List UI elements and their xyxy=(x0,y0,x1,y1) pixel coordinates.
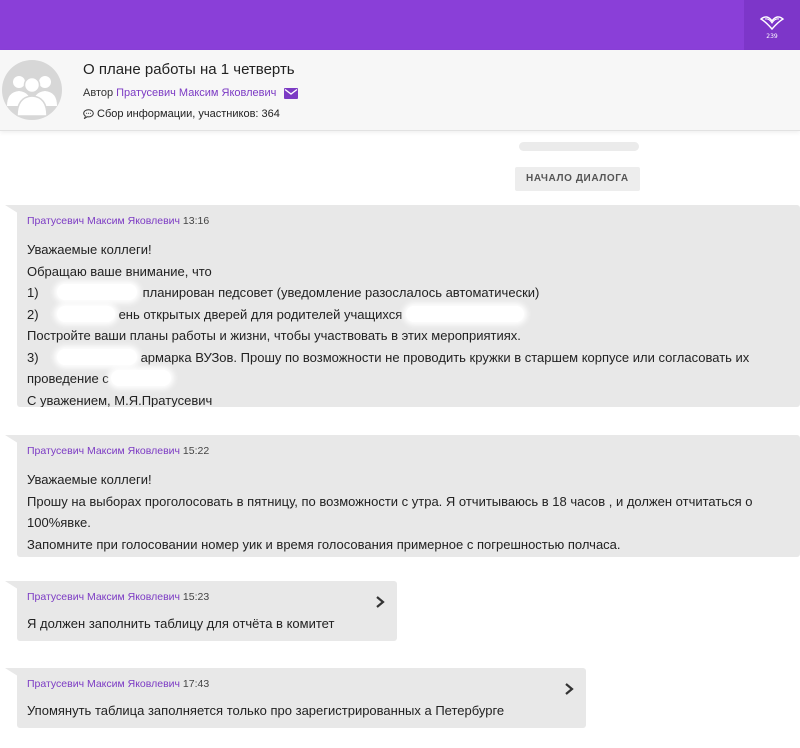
author-prefix: Автор xyxy=(83,87,114,99)
message-author[interactable]: Пратусевич Максим Яковлевич xyxy=(27,215,180,227)
group-users-icon xyxy=(7,76,57,117)
message-time: 15:23 xyxy=(182,591,210,603)
message-meta: Пратусевич Максим Яковлевич 15:23 xyxy=(27,591,397,603)
message-fragment: ень открытых дверей для родителей учащих… xyxy=(118,306,403,322)
message-bubble: Пратусевич Максим Яковлевич 13:16 Уважае… xyxy=(17,205,800,407)
message-meta: Пратусевич Максим Яковлевич 17:43 xyxy=(27,678,586,690)
mail-icon[interactable] xyxy=(284,87,299,99)
message-line: 3) армарка ВУЗов. Прошу по возможности не… xyxy=(27,347,800,369)
message-author[interactable]: Пратусевич Максим Яковлевич xyxy=(27,445,180,457)
message-bubble: Пратусевич Максим Яковлевич 17:43 Упомян… xyxy=(17,668,586,728)
message-fragment: армарка ВУЗов. Прошу по возможности не п… xyxy=(140,349,750,365)
speech-bubble-icon xyxy=(83,109,94,119)
message-line: Уважаемые коллеги! xyxy=(27,242,152,257)
message-time: 17:43 xyxy=(182,678,210,690)
author-line: Автор Пратусевич Максим Яковлевич xyxy=(83,87,299,99)
message-text: Уважаемые коллеги! Прошу на выборах прог… xyxy=(27,469,800,555)
list-number: 3) xyxy=(27,349,39,365)
top-bar: 239 xyxy=(0,0,800,50)
chevron-right-icon[interactable] xyxy=(562,682,576,696)
message-author[interactable]: Пратусевич Максим Яковлевич xyxy=(27,678,180,690)
message-bubble: Пратусевич Максим Яковлевич 15:23 Я долж… xyxy=(17,581,397,641)
redacted-area xyxy=(406,305,525,322)
message-line: С уважением, М.Я.Пратусевич xyxy=(27,392,213,408)
message-line: Прошу на выборах проголосовать в пятницу… xyxy=(27,493,753,509)
message-meta: Пратусевич Максим Яковлевич 15:22 xyxy=(27,445,800,457)
chat-info-text: Сбор информации, участников: 364 xyxy=(97,108,280,120)
message-line: 1) планирован педсовет (уведомление разос… xyxy=(27,282,800,304)
list-number: 1) xyxy=(27,285,39,300)
message-bubble: Пратусевич Максим Яковлевич 15:22 Уважае… xyxy=(17,435,800,557)
message-text: Уважаемые коллеги! Обращаю ваше внимание… xyxy=(27,239,800,407)
redacted-area xyxy=(56,305,115,322)
message-author[interactable]: Пратусевич Максим Яковлевич xyxy=(27,591,180,603)
message-text: Упомянуть таблица заполняется только про… xyxy=(27,703,505,718)
message-line: 100%явке. xyxy=(27,515,91,530)
redacted-area xyxy=(56,284,137,300)
chat-info: Сбор информации, участников: 364 xyxy=(83,108,280,120)
redacted-area xyxy=(110,370,171,386)
chat-title: О плане работы на 1 четверть xyxy=(83,61,295,78)
school-logo[interactable]: 239 xyxy=(744,0,800,50)
chat-header: О плане работы на 1 четверть Автор Прату… xyxy=(0,50,800,131)
load-more-indicator xyxy=(519,142,639,151)
message-fragment: планирован педсовет (уведомление разосла… xyxy=(142,285,540,300)
group-avatar xyxy=(2,60,62,120)
school-logo-icon: 239 xyxy=(759,16,785,40)
chevron-right-icon[interactable] xyxy=(373,595,387,609)
dialog-start-label: НАЧАЛО ДИАЛОГА xyxy=(515,167,640,191)
svg-text:239: 239 xyxy=(766,33,778,40)
message-meta: Пратусевич Максим Яковлевич 13:16 xyxy=(27,215,800,227)
message-line: 2) ень открытых дверей для родителей учащ… xyxy=(27,304,800,326)
message-line: Обращаю ваше внимание, что xyxy=(27,263,212,279)
author-link[interactable]: Пратусевич Максим Яковлевич xyxy=(116,87,276,99)
message-fragment: проведение с xyxy=(27,371,109,386)
message-time: 13:16 xyxy=(182,215,210,227)
message-line: проведение с xyxy=(27,368,800,390)
message-line: Постройте ваши планы работы и жизни, что… xyxy=(27,328,521,343)
message-time: 15:22 xyxy=(182,445,210,457)
list-number: 2) xyxy=(27,306,39,322)
message-text: Я должен заполнить таблицу для отчёта в … xyxy=(27,616,335,631)
message-line: Уважаемые коллеги! xyxy=(27,472,152,487)
message-line: Запомните при голосовании номер уик и вр… xyxy=(27,536,621,552)
redacted-area xyxy=(56,348,137,365)
